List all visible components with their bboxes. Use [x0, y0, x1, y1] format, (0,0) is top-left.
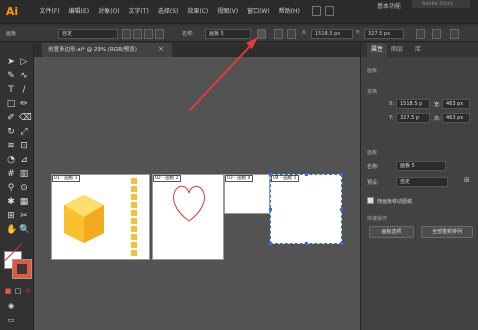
- height-field[interactable]: 463 px: [442, 113, 470, 123]
- tab-properties[interactable]: 属性: [367, 43, 388, 57]
- properties-panel: 属性 图层 库 画板 变换 X: 1518.5 p 宽: 463 px Y: 3…: [360, 43, 478, 330]
- y-label: Y:: [389, 115, 394, 121]
- section-quick-title: 快速操作: [367, 216, 388, 222]
- move-with-artboard-checkbox[interactable]: [367, 197, 374, 204]
- rearrange-all-button[interactable]: 全部重新排列: [421, 226, 473, 238]
- tab-layers[interactable]: 图层: [391, 43, 403, 57]
- preset-label: 预设:: [367, 180, 379, 186]
- tab-libraries[interactable]: 库: [415, 43, 421, 57]
- artboard-name-field[interactable]: 画板 5: [396, 161, 446, 171]
- panel-tabs: 属性 图层 库: [361, 43, 478, 57]
- section-transform-title: 变换: [367, 89, 378, 95]
- checkbox-label: 随画板移动图稿: [377, 199, 413, 205]
- section-artboard2-title: 画板: [367, 150, 378, 156]
- width-label: 宽:: [434, 102, 441, 108]
- y-field[interactable]: 327.5 p: [396, 113, 430, 123]
- artboard-options-icon[interactable]: ⊞: [464, 176, 470, 184]
- width-field[interactable]: 463 px: [442, 99, 470, 109]
- x-field[interactable]: 1518.5 p: [396, 99, 430, 109]
- preset-select[interactable]: 自定: [396, 177, 448, 187]
- height-label: 高:: [434, 116, 441, 122]
- artboard-options-button[interactable]: 画板选项: [369, 226, 414, 238]
- x-label: X:: [389, 101, 395, 107]
- section-artboard-title: 画板: [367, 68, 378, 74]
- name-label: 名称:: [367, 164, 379, 170]
